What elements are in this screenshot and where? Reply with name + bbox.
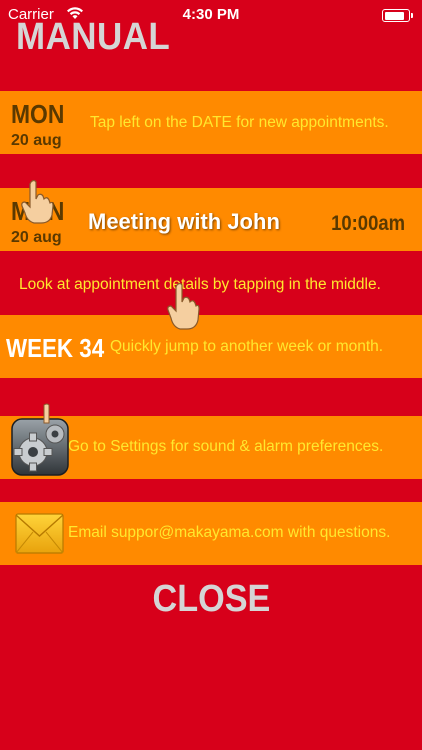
week-hint: Quickly jump to another week or month. [110, 338, 384, 355]
email-hint: Email suppor@makayama.com with questions… [68, 524, 391, 541]
date-label[interactable]: 20 aug [11, 229, 62, 247]
battery-level [384, 11, 405, 20]
pointing-hand-icon [43, 403, 50, 424]
pointing-hand-icon [21, 179, 54, 224]
appointment-title[interactable]: Meeting with John [88, 209, 280, 235]
settings-hint: Go to Settings for sound & alarm prefere… [68, 438, 384, 455]
gear-icon[interactable] [11, 418, 69, 476]
appointment-time: 10:00am [331, 212, 405, 235]
envelope-icon[interactable] [15, 513, 64, 554]
week-label[interactable]: WEEK 34 [6, 333, 104, 364]
week-row[interactable]: WEEK 34 Quickly jump to another week or … [0, 315, 422, 378]
date-label[interactable]: 20 aug [11, 132, 62, 150]
close-button[interactable]: CLOSE [0, 578, 422, 621]
day-label[interactable]: MON [11, 99, 64, 130]
battery-icon [382, 9, 413, 22]
new-appointment-row[interactable]: MON 20 aug Tap left on the DATE for new … [0, 91, 422, 154]
close-label[interactable]: CLOSE [152, 578, 270, 621]
pointing-hand-icon [167, 282, 200, 330]
new-appointment-hint: Tap left on the DATE for new appointment… [90, 114, 389, 131]
page-title: MANUAL [16, 16, 171, 58]
appointment-row[interactable]: MON 20 aug Meeting with John 10:00am [0, 188, 422, 251]
